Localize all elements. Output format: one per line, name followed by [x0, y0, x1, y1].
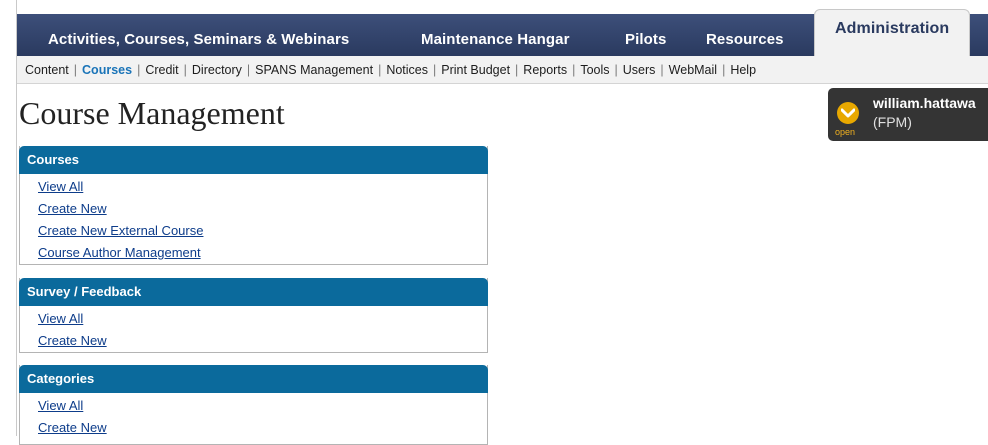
survey-feedback-panel: Survey / Feedback View All Create New: [19, 278, 488, 353]
user-badge[interactable]: open william.hattawa (FPM): [828, 88, 988, 141]
courses-panel: Courses View All Create New Create New E…: [19, 146, 488, 265]
create-new-external-course-link[interactable]: Create New External Course: [38, 223, 203, 238]
subnav-spans-management[interactable]: SPANS Management: [255, 63, 373, 77]
subnav-separator: |: [73, 62, 78, 77]
courses-create-new-link[interactable]: Create New: [38, 201, 107, 216]
subnav-courses[interactable]: Courses: [82, 63, 132, 77]
subnav-webmail[interactable]: WebMail: [669, 63, 717, 77]
survey-create-new-link[interactable]: Create New: [38, 333, 107, 348]
courses-panel-title: Courses: [19, 146, 488, 174]
survey-feedback-panel-title: Survey / Feedback: [19, 278, 488, 306]
tab-maintenance-hangar[interactable]: Maintenance Hangar: [421, 31, 570, 48]
subnav-separator: |: [246, 62, 251, 77]
top-navigation: Activities, Courses, Seminars & Webinars…: [17, 9, 988, 61]
subnav-separator: |: [183, 62, 187, 77]
subnav-separator: |: [433, 62, 437, 77]
subnav-separator: |: [614, 62, 618, 77]
subnav-tools[interactable]: Tools: [580, 63, 609, 77]
categories-panel: Categories View All Create New: [19, 365, 488, 445]
tab-resources[interactable]: Resources: [706, 31, 784, 48]
tab-administration[interactable]: Administration: [814, 9, 971, 61]
sub-navigation: Content | Courses | Credit | Directory |…: [17, 56, 988, 84]
subnav-separator: |: [378, 62, 382, 77]
open-status-label: open: [835, 127, 856, 137]
subnav-directory[interactable]: Directory: [192, 63, 242, 77]
survey-view-all-link[interactable]: View All: [38, 311, 83, 326]
user-name: william.hattawa: [873, 95, 976, 111]
subnav-help[interactable]: Help: [730, 63, 756, 77]
subnav-reports[interactable]: Reports: [523, 63, 567, 77]
subnav-separator: |: [515, 62, 519, 77]
subnav-users[interactable]: Users: [623, 63, 656, 77]
subnav-separator: |: [572, 62, 576, 77]
subnav-separator: |: [660, 62, 664, 77]
page-title: Course Management: [19, 95, 285, 131]
course-author-management-link[interactable]: Course Author Management: [38, 245, 201, 260]
tab-pilots[interactable]: Pilots: [625, 31, 666, 48]
subnav-notices[interactable]: Notices: [386, 63, 428, 77]
tab-activities[interactable]: Activities, Courses, Seminars & Webinars: [48, 31, 349, 48]
subnav-separator: |: [722, 62, 726, 77]
courses-view-all-link[interactable]: View All: [38, 179, 83, 194]
chevron-down-icon[interactable]: [837, 102, 859, 124]
categories-create-new-link[interactable]: Create New: [38, 420, 107, 435]
subnav-credit[interactable]: Credit: [145, 63, 178, 77]
user-role: (FPM): [873, 114, 912, 130]
subnav-content[interactable]: Content: [25, 63, 69, 77]
subnav-print-budget[interactable]: Print Budget: [441, 63, 510, 77]
categories-view-all-link[interactable]: View All: [38, 398, 83, 413]
subnav-separator: |: [137, 62, 141, 77]
categories-panel-title: Categories: [19, 365, 488, 393]
